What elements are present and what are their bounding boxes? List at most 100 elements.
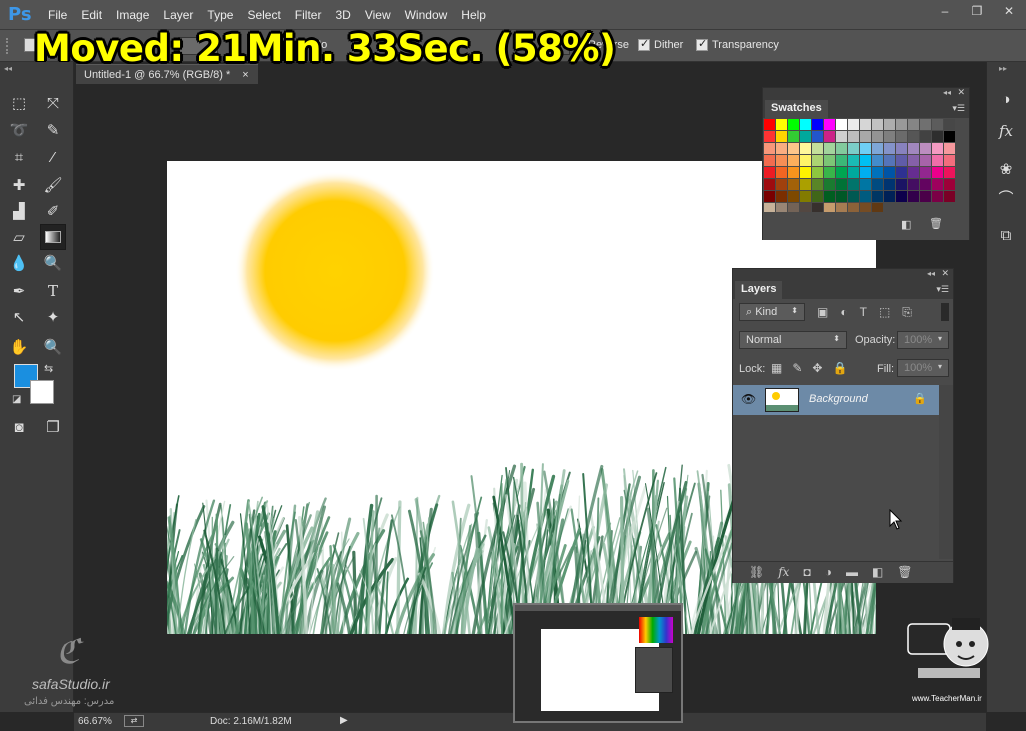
menu-filter[interactable]: Filter xyxy=(295,8,331,22)
eyedropper-tool-icon[interactable]: ⁄ xyxy=(40,144,66,170)
paths-panel-icon[interactable]: ⌒ xyxy=(993,184,1019,210)
swatch-cell[interactable] xyxy=(932,119,943,130)
swatch-cell[interactable] xyxy=(836,143,847,154)
visibility-eye-icon[interactable]: 👁 xyxy=(741,392,756,406)
swatch-cell[interactable] xyxy=(836,179,847,190)
swatch-cell[interactable] xyxy=(836,131,847,142)
swatch-cell[interactable] xyxy=(836,119,847,130)
swatch-cell[interactable] xyxy=(812,119,823,130)
type-filter-icon[interactable]: T xyxy=(860,305,867,320)
swatch-cell[interactable] xyxy=(920,167,931,178)
background-color-swatch[interactable] xyxy=(30,380,54,404)
swatch-cell[interactable] xyxy=(848,191,859,202)
swatch-cell[interactable] xyxy=(860,155,871,166)
menu-window[interactable]: Window xyxy=(405,8,457,22)
channels-panel-icon[interactable]: ❀ xyxy=(993,156,1019,182)
swatch-cell[interactable] xyxy=(944,179,955,190)
swatch-cell[interactable] xyxy=(764,143,775,154)
swatch-cell[interactable] xyxy=(944,191,955,202)
layers-scrollbar[interactable] xyxy=(939,385,953,559)
swatch-cell[interactable] xyxy=(848,155,859,166)
swatch-cell[interactable] xyxy=(896,119,907,130)
swatch-cell[interactable] xyxy=(908,191,919,202)
status-menu-arrow-icon[interactable]: ▶ xyxy=(340,715,348,726)
collapse-icon[interactable]: ◂◂ xyxy=(4,64,12,73)
swatch-cell[interactable] xyxy=(860,143,871,154)
panel-menu-icon[interactable]: ▾☰ xyxy=(936,284,949,295)
layers-tab[interactable]: Layers xyxy=(735,281,783,299)
swatch-cell[interactable] xyxy=(836,191,847,202)
dodge-tool-icon[interactable]: 🔍 xyxy=(40,250,66,276)
restore-button[interactable]: ❐ xyxy=(964,2,990,22)
swatch-cell[interactable] xyxy=(788,179,799,190)
swatch-cell[interactable] xyxy=(944,155,955,166)
swatch-cell[interactable] xyxy=(788,131,799,142)
healing-brush-icon[interactable]: ✚ xyxy=(6,172,32,198)
swatch-cell[interactable] xyxy=(944,131,955,142)
swatch-cell[interactable] xyxy=(872,191,883,202)
lock-transparent-icon[interactable]: ▦ xyxy=(771,361,782,375)
swatch-cell[interactable] xyxy=(812,191,823,202)
swatch-cell[interactable] xyxy=(872,131,883,142)
lock-pixels-icon[interactable]: ✎ xyxy=(792,361,802,375)
share-icon[interactable]: ⇄ xyxy=(124,715,144,727)
fx-icon[interactable]: fx xyxy=(778,565,789,579)
adjustment-layer-icon[interactable]: ◑ xyxy=(825,565,832,579)
swatch-cell[interactable] xyxy=(788,155,799,166)
swatch-cell[interactable] xyxy=(776,119,787,130)
shape-filter-icon[interactable]: ⬚ xyxy=(879,305,890,320)
crop-tool-icon[interactable]: ⌗ xyxy=(6,144,32,170)
swatch-cell[interactable] xyxy=(884,131,895,142)
smart-filter-icon[interactable]: ⎘ xyxy=(902,305,912,320)
swatch-cell[interactable] xyxy=(896,191,907,202)
swatch-cell[interactable] xyxy=(776,179,787,190)
swatch-cell[interactable] xyxy=(836,167,847,178)
swatch-cell[interactable] xyxy=(812,131,823,142)
swatch-cell[interactable] xyxy=(824,179,835,190)
swatch-cell[interactable] xyxy=(812,143,823,154)
swatch-cell[interactable] xyxy=(860,119,871,130)
styles-panel-icon[interactable]: fx xyxy=(993,118,1019,144)
swatch-cell[interactable] xyxy=(800,143,811,154)
blend-mode-select[interactable]: Normal ⬍ xyxy=(739,331,847,349)
swatch-cell[interactable] xyxy=(908,119,919,130)
swatch-cell[interactable] xyxy=(848,119,859,130)
swatch-cell[interactable] xyxy=(932,167,943,178)
menu-view[interactable]: View xyxy=(365,8,400,22)
swatch-cell[interactable] xyxy=(824,131,835,142)
menu-edit[interactable]: Edit xyxy=(81,8,111,22)
marquee-tool-icon[interactable]: ⬚ xyxy=(6,90,32,116)
swatch-cell[interactable] xyxy=(836,155,847,166)
new-layer-icon[interactable]: ◧ xyxy=(872,565,883,579)
swatch-cell[interactable] xyxy=(776,167,787,178)
close-button[interactable]: ✕ xyxy=(996,2,1022,22)
swatch-cell[interactable] xyxy=(788,143,799,154)
history-brush-icon[interactable]: ✐ xyxy=(40,198,66,224)
swatch-cell[interactable] xyxy=(908,131,919,142)
swatch-cell[interactable] xyxy=(848,179,859,190)
swatch-cell[interactable] xyxy=(908,143,919,154)
swatch-cell[interactable] xyxy=(860,167,871,178)
lock-all-icon[interactable]: 🔒 xyxy=(832,361,847,375)
fill-field[interactable]: 100% ▾ xyxy=(897,359,949,377)
swatch-cell[interactable] xyxy=(944,167,955,178)
swatch-cell[interactable] xyxy=(764,167,775,178)
zoom-level[interactable]: 66.67% xyxy=(78,716,112,727)
swatch-cell[interactable] xyxy=(920,155,931,166)
swatch-cell[interactable] xyxy=(860,179,871,190)
swatch-cell[interactable] xyxy=(908,155,919,166)
swatch-cell[interactable] xyxy=(824,119,835,130)
layer-row-background[interactable]: 👁 Background 🔒 xyxy=(733,385,939,415)
stamp-tool-icon[interactable]: ▟ xyxy=(6,198,32,224)
lock-position-icon[interactable]: ✥ xyxy=(812,361,822,375)
path-select-tool-icon[interactable]: ↖ xyxy=(6,304,32,330)
swatch-cell[interactable] xyxy=(896,155,907,166)
blur-tool-icon[interactable]: 💧 xyxy=(6,250,32,276)
minimize-button[interactable]: – xyxy=(932,2,958,22)
swatch-cell[interactable] xyxy=(824,167,835,178)
swatch-cell[interactable] xyxy=(860,131,871,142)
close-panel-icon[interactable]: ✕ xyxy=(957,87,965,98)
swatch-cell[interactable] xyxy=(884,167,895,178)
swatch-cell[interactable] xyxy=(800,155,811,166)
collapse-panel-icon[interactable]: ◂◂ xyxy=(927,269,935,278)
